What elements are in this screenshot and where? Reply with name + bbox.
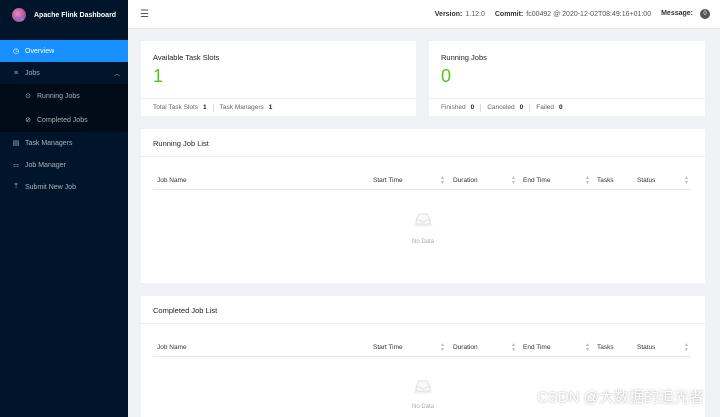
sidebar-item-jobs[interactable]: ≡ Jobs ︿ [0, 62, 128, 84]
app-title: Apache Flink Dashboard [34, 11, 117, 19]
running-job-list-card: Running Job List Job Name Start Time ▲ ▼ … [141, 129, 705, 283]
sidebar-item-label: Running Jobs [37, 92, 80, 100]
sort-icon[interactable]: ▲ ▼ [585, 176, 590, 186]
sidebar-item-label: Completed Jobs [37, 116, 88, 124]
sidebar: Apache Flink Dashboard ◷ Overview ≡ Jobs… [0, 0, 128, 417]
running-job-list-title: Running Job List [141, 129, 705, 157]
sort-icon[interactable]: ▲ ▼ [440, 343, 445, 353]
message-badge[interactable]: 0 [700, 9, 710, 19]
header-info: Version: 1.12.0 Commit: fc00492 @ 2020-12-… [425, 9, 720, 19]
sort-icon[interactable]: ▲ ▼ [440, 176, 445, 186]
failed-value: 0 [559, 104, 563, 111]
col-job-name: Job Name [157, 344, 187, 351]
logo[interactable]: Apache Flink Dashboard [0, 0, 128, 30]
col-end-time[interactable]: End Time [523, 344, 550, 351]
message-info[interactable]: Message: 0 [661, 9, 710, 19]
col-tasks: Tasks [597, 177, 614, 184]
card-title: Available Task Slots [153, 53, 220, 62]
col-duration[interactable]: Duration [453, 177, 478, 184]
chevron-up-icon: ︿ [113, 71, 120, 78]
card-footer: Finished 0 Canceled 0 Failed 0 [429, 98, 705, 116]
sidebar-item-job-manager[interactable]: ⚏ Job Manager [0, 154, 128, 176]
watermark: CSDN @大数据的追光者 [537, 389, 704, 406]
upload-icon: ⤒ [14, 183, 18, 190]
col-tasks: Tasks [597, 344, 614, 351]
failed-label: Failed [536, 104, 555, 111]
check-circle-icon: ⊘ [25, 117, 31, 124]
sort-icon[interactable]: ▲ ▼ [511, 176, 516, 186]
sidebar-item-label: Jobs [25, 69, 40, 77]
sidebar-menu: ◷ Overview ≡ Jobs ︿ ⊙ Running Jobs ⊘ Com… [0, 40, 128, 198]
list-icon: ≡ [13, 69, 19, 77]
col-job-name: Job Name [157, 177, 187, 184]
sidebar-item-overview[interactable]: ◷ Overview [0, 40, 128, 62]
sort-icon[interactable]: ▲ ▼ [684, 343, 689, 353]
available-task-slots-card: Available Task Slots 1 Total Task Slots 1… [141, 41, 416, 116]
running-jobs-card: Running Jobs 0 Finished 0 Canceled 0 Faile… [429, 41, 705, 116]
sidebar-item-label: Overview [25, 47, 55, 55]
sort-icon[interactable]: ▲ ▼ [511, 343, 516, 353]
play-circle-icon: ⊙ [25, 93, 31, 100]
sidebar-item-label: Submit New Job [25, 183, 76, 191]
running-job-table-header: Job Name Start Time ▲ ▼ Duration ▲ ▼ End T… [153, 172, 691, 190]
empty-inbox-icon [413, 213, 433, 227]
col-status[interactable]: Status [637, 344, 655, 351]
canceled-value: 0 [519, 104, 524, 111]
finished-label: Finished [441, 104, 466, 111]
available-slots-value: 1 [153, 66, 164, 86]
card-footer: Total Task Slots 1 Task Managers 1 [141, 98, 416, 116]
no-data-text: No Data [411, 239, 434, 245]
sidebar-item-completed-jobs[interactable]: ⊘ Completed Jobs [0, 108, 128, 132]
sidebar-item-running-jobs[interactable]: ⊙ Running Jobs [0, 84, 128, 108]
empty-inbox-icon [413, 380, 433, 394]
top-header: ☰ Version: 1.12.0 Commit: fc00492 @ 2020-1… [128, 0, 720, 29]
task-managers-label: Task Managers [219, 104, 264, 111]
total-slots-label: Total Task Slots [153, 104, 199, 111]
version-info: Version: 1.12.0 [434, 10, 485, 18]
sidebar-item-submit-new-job[interactable]: ⤒ Submit New Job [0, 176, 128, 198]
completed-job-table-header: Job Name Start Time ▲ ▼ Duration ▲ ▼ End T… [153, 339, 691, 357]
completed-job-list-title: Completed Job List [141, 296, 705, 324]
dashboard-icon: ◷ [12, 48, 20, 55]
sort-icon[interactable]: ▲ ▼ [585, 343, 590, 353]
cluster-icon: ⚏ [12, 162, 20, 169]
sidebar-item-task-managers[interactable]: ▤ Task Managers [0, 132, 128, 154]
total-slots-value: 1 [203, 104, 207, 111]
col-start-time[interactable]: Start Time [373, 344, 403, 351]
schedule-icon: ▤ [12, 140, 20, 147]
card-title: Running Jobs [441, 53, 487, 62]
canceled-label: Canceled [487, 104, 515, 111]
sidebar-item-label: Job Manager [25, 161, 66, 169]
finished-value: 0 [470, 104, 475, 111]
col-duration[interactable]: Duration [453, 344, 478, 351]
running-jobs-value: 0 [441, 66, 452, 86]
menu-fold-icon[interactable]: ☰ [140, 9, 149, 20]
commit-info: Commit: fc00492 @ 2020-12-02T08:49:16+01:… [494, 10, 652, 18]
col-status[interactable]: Status [637, 177, 655, 184]
flink-logo-icon [12, 8, 26, 22]
col-end-time[interactable]: End Time [523, 177, 550, 184]
sort-icon[interactable]: ▲ ▼ [684, 176, 689, 186]
col-start-time[interactable]: Start Time [373, 177, 403, 184]
task-managers-value: 1 [268, 104, 273, 111]
sidebar-item-label: Task Managers [25, 139, 73, 147]
